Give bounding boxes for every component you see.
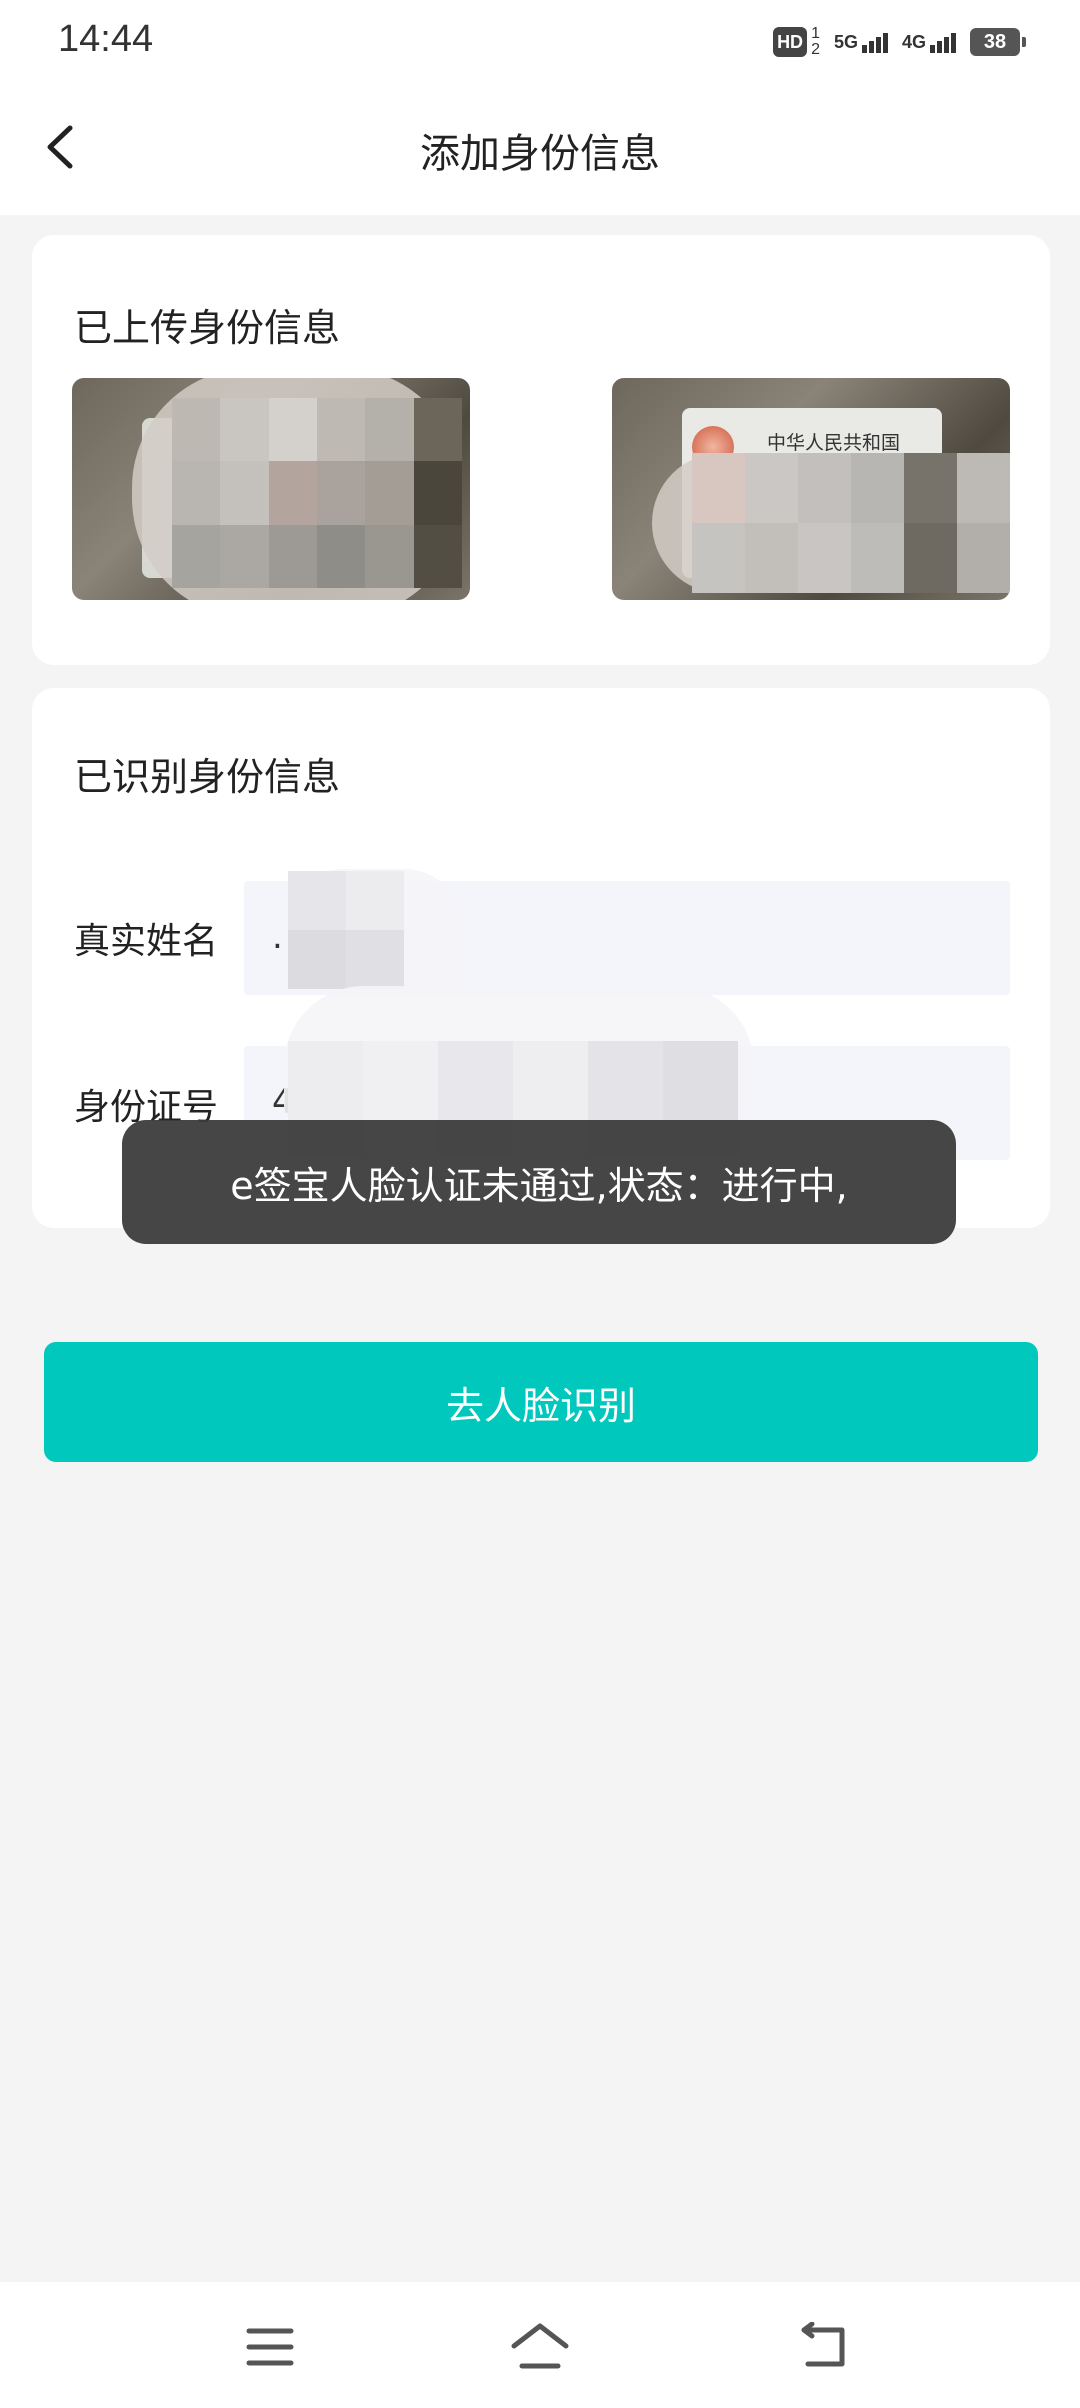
id-card-back-title: 中华人民共和国	[767, 432, 901, 454]
net-4g-label: 4G	[901, 31, 926, 52]
nav-bar: 添加身份信息	[0, 85, 1080, 215]
signal-5g-icon: 5G	[834, 32, 888, 53]
signal-4g-icon: 4G	[902, 32, 956, 53]
uploaded-id-card-section: 已上传身份信息 中华人民共和国	[32, 235, 1050, 665]
id-card-back-image[interactable]: 中华人民共和国	[612, 378, 1010, 600]
status-time: 14:44	[58, 18, 154, 60]
menu-icon	[246, 2328, 294, 2366]
sim-bottom-label: 2	[811, 41, 820, 58]
return-icon	[801, 2322, 845, 2367]
error-toast: e签宝人脸认证未通过,状态：进行中,	[122, 1120, 956, 1244]
home-button[interactable]	[505, 2312, 575, 2382]
status-icons: HD 1 2 5G 4G 38	[773, 22, 1026, 62]
real-name-label: 真实姓名	[74, 921, 219, 962]
battery-icon: 38	[970, 28, 1026, 56]
privacy-mosaic	[288, 871, 404, 989]
page-title: 添加身份信息	[420, 131, 660, 177]
privacy-mosaic	[692, 453, 1010, 593]
sim-indicator: 1 2	[811, 26, 820, 58]
sim-top-label: 1	[811, 25, 820, 42]
real-name-field[interactable]: .	[244, 869, 1010, 995]
back-nav-button[interactable]	[790, 2312, 860, 2382]
hd-icon: HD	[773, 27, 808, 57]
recognized-section-title: 已识别身份信息	[74, 755, 341, 799]
real-name-value: .	[272, 917, 283, 957]
uploaded-section-title: 已上传身份信息	[74, 306, 341, 350]
system-nav-bar	[0, 2282, 1080, 2408]
status-bar: 14:44 HD 1 2 5G 4G 38	[0, 0, 1080, 85]
net-5g-label: 5G	[833, 31, 858, 52]
id-card-front-image[interactable]	[72, 378, 470, 600]
home-icon	[511, 2323, 569, 2369]
menu-button[interactable]	[235, 2312, 305, 2382]
privacy-mosaic	[172, 398, 462, 588]
face-recognition-button[interactable]: 去人脸识别	[44, 1342, 1038, 1462]
